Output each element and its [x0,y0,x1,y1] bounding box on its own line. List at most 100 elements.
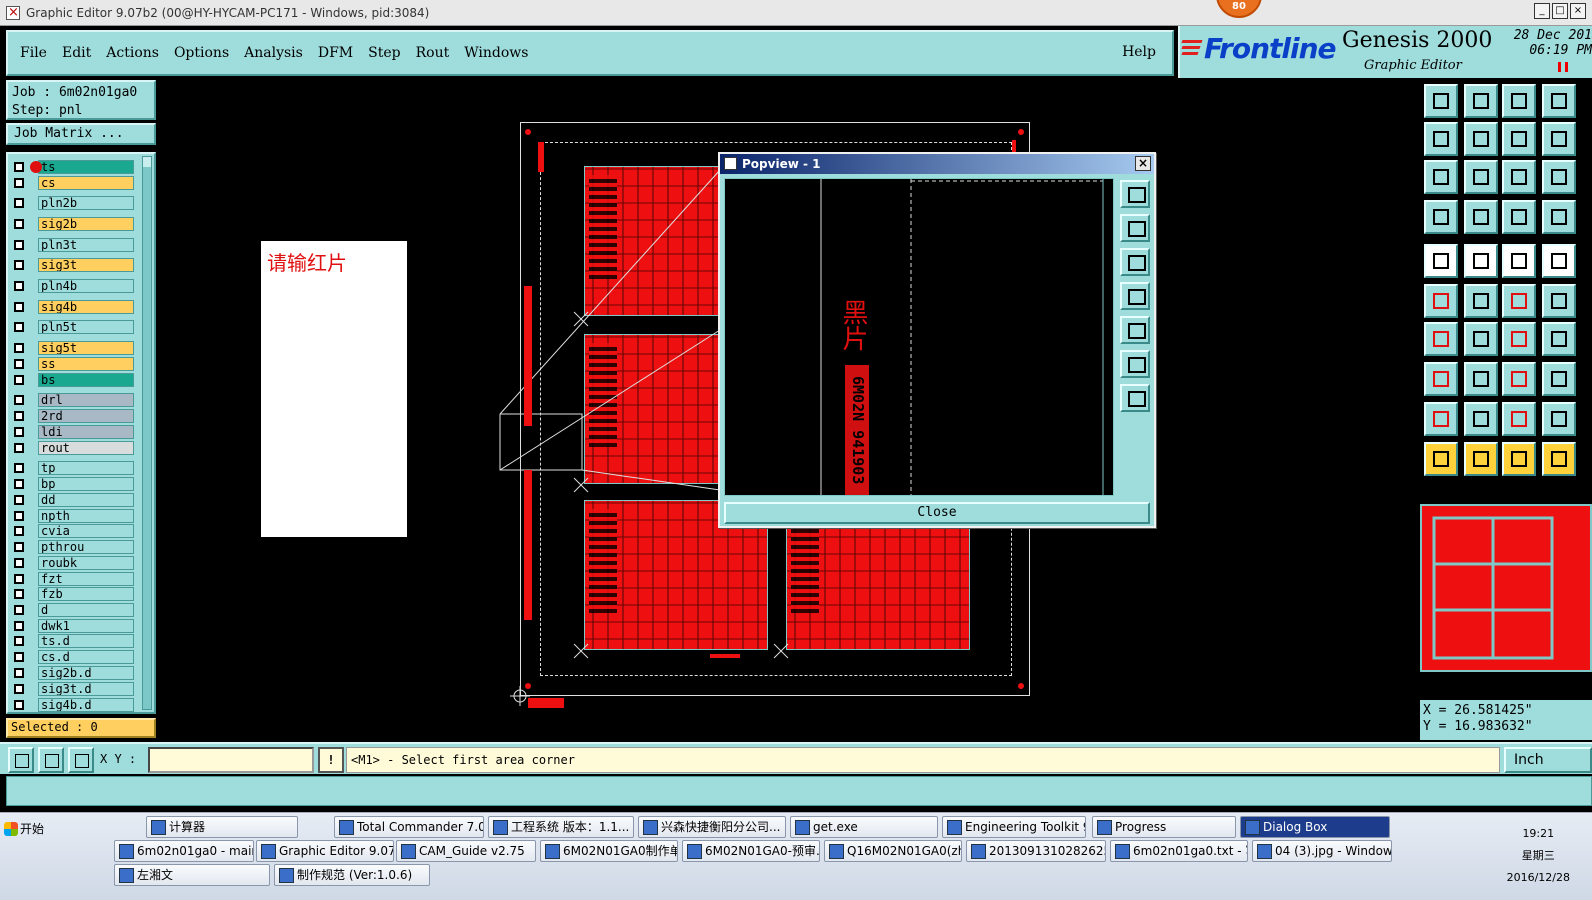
taskbar-item[interactable]: 6m02n01ga0 - main_qa [114,840,254,862]
layer-name[interactable]: ss [38,357,134,371]
taskbar-item[interactable]: 20130913102826250... [966,840,1106,862]
open-icon[interactable] [1424,84,1458,118]
menu-edit[interactable]: Edit [62,45,91,61]
layer-name[interactable]: tp [38,461,134,475]
rotate-icon[interactable] [1502,322,1536,356]
route-icon[interactable] [1502,284,1536,318]
triangle-icon[interactable] [1424,402,1458,436]
taskbar-item[interactable]: 6M02N01GA0制作单... [540,840,678,862]
layer-row[interactable]: npth [12,509,134,523]
layer-checkbox[interactable] [14,375,24,385]
snap-point-icon[interactable] [1424,244,1458,278]
taskbar-item[interactable]: CAM_Guide v2.75 [396,840,536,862]
layer-checkbox[interactable] [14,621,24,631]
taskbar-item[interactable]: 04 (3).jpg - Windows... [1252,840,1392,862]
layer-row[interactable]: bp [12,477,134,491]
pause-icon[interactable] [1558,62,1568,72]
layer-name[interactable]: bs [38,373,134,387]
select-icon[interactable] [1424,442,1458,476]
layer-checkbox[interactable] [14,479,24,489]
dimension-icon[interactable] [1502,362,1536,396]
maximize-button[interactable]: □ [1552,3,1568,19]
layer-row[interactable]: sig3t [12,258,134,272]
taskbar-item[interactable]: get.exe [790,816,938,838]
units-selector[interactable]: Inch [1504,747,1592,773]
layer-checkbox[interactable] [14,684,24,694]
layer-row[interactable]: cs.d [12,650,134,664]
taskbar-item[interactable]: Graphic Editor 9.07... [256,840,394,862]
popview-zoom-icon[interactable] [1120,180,1150,208]
layer-checkbox[interactable] [14,198,24,208]
layer-checkbox[interactable] [14,558,24,568]
taskbar-item[interactable]: 左湘文 [114,864,270,886]
layer-checkbox[interactable] [14,322,24,332]
popview-pan-left-icon[interactable] [1120,282,1150,310]
layer-row[interactable]: dwk1 [12,619,134,633]
select-box-icon[interactable] [1464,442,1498,476]
layer-checkbox[interactable] [14,219,24,229]
layer-name[interactable]: drl [38,393,134,407]
layer-checkbox[interactable] [14,589,24,599]
menu-help[interactable]: Help [1122,44,1156,60]
layer-row[interactable]: fzt [12,572,134,586]
undo-icon[interactable] [1502,122,1536,156]
layer-checkbox[interactable] [14,443,24,453]
layer-row[interactable]: sig3t.d [12,682,134,696]
layer-checkbox[interactable] [14,281,24,291]
layer-name[interactable]: pthrou [38,540,134,554]
layer-name[interactable]: sig2b.d [38,666,134,680]
home-icon[interactable] [1502,84,1536,118]
layer-name[interactable]: pln5t [38,320,134,334]
layer-name[interactable]: sig3t.d [38,682,134,696]
snap-icon[interactable] [8,747,34,773]
layer-row[interactable]: bs [12,373,134,387]
layer-row[interactable]: pln4b [12,279,134,293]
menu-analysis[interactable]: Analysis [244,45,303,61]
layer-row[interactable]: sig2b.d [12,666,134,680]
layer-name[interactable]: sig5t [38,341,134,355]
layer-name[interactable]: pln2b [38,196,134,210]
taskbar-item[interactable]: 6M02N01GA0-预审... [682,840,820,862]
layer-checkbox[interactable] [14,162,24,172]
alert-button[interactable]: ! [318,747,344,773]
layer-checkbox[interactable] [14,668,24,678]
text-icon[interactable] [1542,322,1576,356]
layer-row[interactable]: ss [12,357,134,371]
layer-name[interactable]: dd [38,493,134,507]
layer-name[interactable]: pln4b [38,279,134,293]
layer-checkbox[interactable] [14,526,24,536]
layer-row[interactable]: pln3t [12,238,134,252]
job-matrix-button[interactable]: Job Matrix ... [6,123,156,145]
angle-icon[interactable] [1424,322,1458,356]
menu-file[interactable]: File [20,45,47,61]
layer-name[interactable]: rout [38,441,134,455]
popview-close-icon[interactable]: × [1135,156,1151,171]
layer-row[interactable]: cvia [12,524,134,538]
popview-fit-icon[interactable] [1120,350,1150,378]
popview-close-button[interactable]: Close [724,502,1150,524]
layer-row[interactable]: sig4b.d [12,698,134,712]
popview-pan-right-icon[interactable] [1120,316,1150,344]
window-icon[interactable] [1542,84,1576,118]
ruler-icon[interactable] [1502,244,1536,278]
layer-checkbox[interactable] [14,636,24,646]
layer-checkbox[interactable] [14,463,24,473]
select-lasso-icon[interactable] [1502,442,1536,476]
taskbar-item[interactable]: Progress [1092,816,1236,838]
taskbar-item[interactable]: 计算器 [146,816,298,838]
minimap[interactable] [1420,504,1592,672]
layer-row[interactable]: rout [12,441,134,455]
layer-name[interactable]: cs.d [38,650,134,664]
move-icon[interactable] [1424,362,1458,396]
text-a-icon[interactable] [1502,402,1536,436]
grid-icon[interactable] [1464,200,1498,234]
layer-name[interactable]: roubk [38,556,134,570]
layer-name[interactable]: sig3t [38,258,134,272]
layer-checkbox[interactable] [14,359,24,369]
route-alt-icon[interactable] [1542,284,1576,318]
layer-checkbox[interactable] [14,574,24,584]
layer-checkbox[interactable] [14,411,24,421]
layer-scrollbar[interactable] [142,156,152,710]
layer-row[interactable]: tp [12,461,134,475]
layer-row[interactable]: ldi [12,425,134,439]
